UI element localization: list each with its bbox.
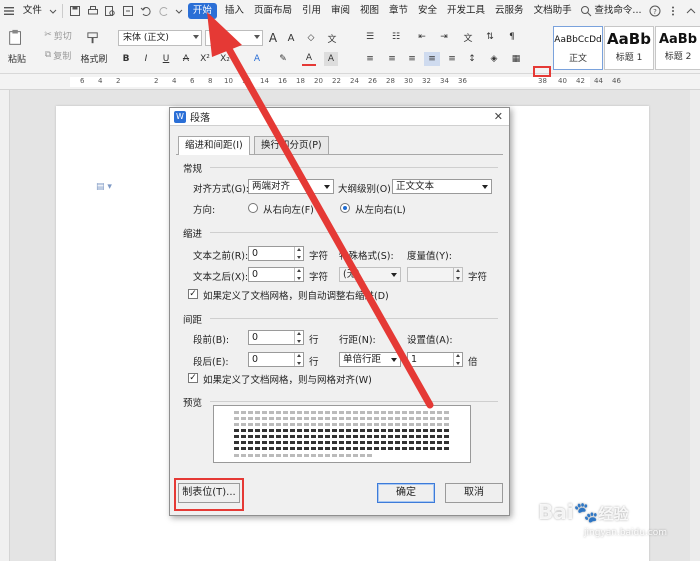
- annotation-arrow: [207, 12, 434, 409]
- watermark-url: jingyan.baidu.com: [584, 528, 668, 538]
- baidu-watermark: Bai🐾经验: [538, 500, 629, 524]
- tab-indents-spacing[interactable]: 缩进和间距(I): [178, 136, 250, 155]
- paw-icon: 🐾: [573, 500, 599, 524]
